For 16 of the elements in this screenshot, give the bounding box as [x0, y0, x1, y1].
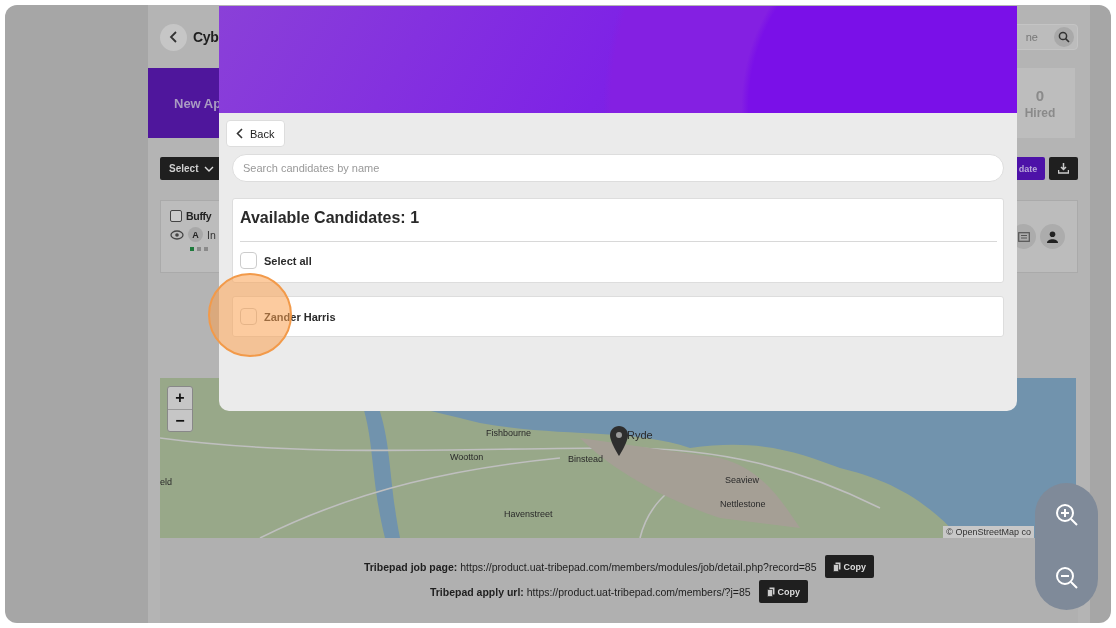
link-text: Tribepad apply url: https://product.uat-tribepad.com/members/?j=85 — [429, 585, 751, 598]
map-label: Ryde — [627, 429, 653, 441]
map-label: Nettlestone — [720, 499, 766, 509]
map-label: eld — [160, 477, 172, 487]
page-title: Cyb — [193, 29, 219, 45]
candidate-name: Zander Harris — [264, 310, 336, 323]
map-label: Havenstreet — [504, 509, 553, 519]
map-label: Binstead — [568, 454, 604, 464]
map-label: Fishbourne — [486, 428, 532, 438]
link-text: Tribepad job page: https://product.uat-tribepad.com/members/modules/job/detail.php?record=85 — [363, 560, 817, 573]
map-label: Wootton — [450, 452, 484, 462]
avatar-badge: A — [188, 227, 203, 242]
map-label: Seaview — [725, 475, 760, 485]
status-text: In — [207, 228, 216, 241]
map-attribution: © OpenStreetMap co — [943, 526, 1034, 538]
panel-heading: Available Candidates: 1 — [240, 209, 421, 227]
